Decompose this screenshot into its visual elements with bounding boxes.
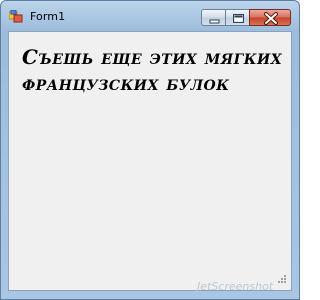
resize-grip-icon[interactable] — [275, 274, 287, 286]
close-button[interactable] — [249, 9, 291, 26]
minimize-button[interactable] — [201, 9, 226, 26]
maximize-icon — [233, 14, 244, 23]
maximize-button[interactable] — [225, 9, 250, 26]
window-title: Form1 — [30, 10, 66, 23]
form1-window: Form1 Съешь еще этих мягких французских … — [0, 0, 300, 300]
form-app-icon — [9, 10, 23, 23]
minimize-icon — [209, 19, 220, 24]
close-icon — [264, 12, 278, 25]
jetscreenshot-watermark: JetScreenshot — [197, 280, 274, 293]
form-client-area: Съешь еще этих мягких французских булок — [8, 31, 292, 291]
title-bar[interactable]: Form1 — [1, 1, 299, 31]
sample-text-label: Съешь еще этих мягких французских булок — [22, 45, 283, 95]
